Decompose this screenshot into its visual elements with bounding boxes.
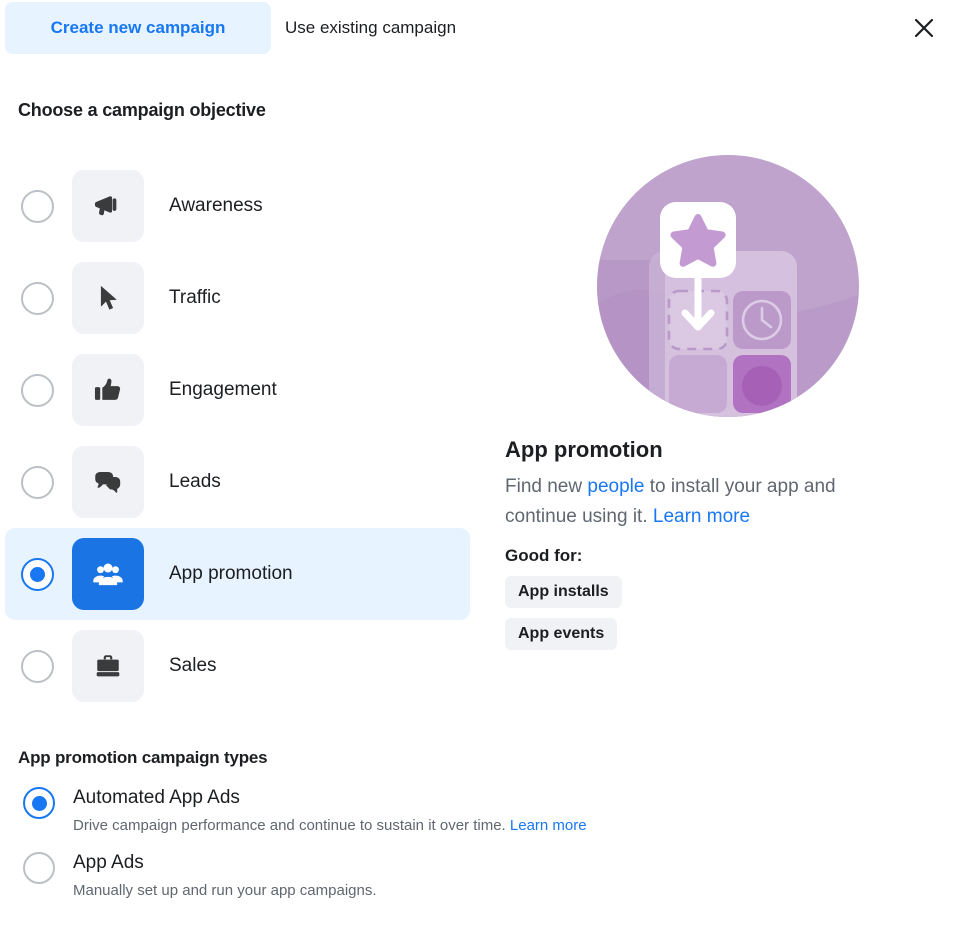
radio-app-ads[interactable]: [23, 852, 55, 884]
tab-use-existing-campaign-label: Use existing campaign: [285, 18, 457, 37]
detail-title: App promotion: [505, 437, 663, 462]
objective-icon-tile-sales: [72, 630, 144, 702]
objective-icon-tile-awareness: [72, 170, 144, 242]
app-promotion-illustration: [597, 155, 859, 417]
objective-icon-tile-engagement: [72, 354, 144, 426]
tab-create-new-campaign-label: Create new campaign: [50, 18, 226, 37]
badge-app-events: App events: [505, 618, 618, 650]
tab-create-new-campaign[interactable]: Create new campaign: [5, 2, 271, 54]
good-for-badges: App installs App events: [505, 576, 945, 660]
badge-app-installs: App installs: [505, 576, 622, 608]
radio-app-promotion[interactable]: [21, 557, 54, 591]
learn-more-link[interactable]: Learn more: [653, 506, 750, 527]
megaphone-icon: [94, 196, 117, 216]
good-for-label: Good for:: [505, 546, 583, 565]
page-title: Choose a campaign objective: [18, 100, 266, 120]
cursor-icon: [100, 285, 117, 310]
objective-detail-panel: App promotion Find new people to install…: [505, 155, 945, 660]
people-link[interactable]: people: [587, 476, 644, 497]
campaign-type-desc-app-ads: Manually set up and run your app campaig…: [73, 882, 377, 899]
objective-icon-tile-traffic: [72, 262, 144, 334]
campaign-types-list: Automated App Ads Drive campaign perform…: [0, 785, 800, 915]
campaign-type-name-automated-app-ads: Automated App Ads: [73, 787, 240, 808]
objective-label-engagement: Engagement: [169, 379, 277, 400]
tab-use-existing-campaign[interactable]: Use existing campaign: [285, 2, 545, 54]
objective-row-traffic[interactable]: Traffic: [0, 252, 475, 344]
objective-label-sales: Sales: [169, 655, 217, 676]
radio-automated-app-ads[interactable]: [23, 787, 55, 819]
objective-list: Awareness Traffic Engagement Leads App p…: [0, 160, 475, 712]
objective-label-traffic: Traffic: [169, 287, 221, 308]
people-group-icon: [93, 563, 123, 586]
thumbs-up-icon: [94, 378, 121, 400]
radio-leads[interactable]: [21, 465, 54, 499]
detail-description: Find new people to install your app and …: [505, 472, 910, 532]
objective-icon-tile-leads: [72, 446, 144, 518]
campaign-type-row-automated-app-ads[interactable]: Automated App Ads Drive campaign perform…: [0, 785, 800, 836]
campaign-type-desc-automated-app-ads: Drive campaign performance and continue …: [73, 815, 587, 836]
close-icon: [914, 18, 934, 38]
objective-row-app-promotion[interactable]: App promotion: [5, 528, 470, 620]
campaign-objective-dialog: Create new campaign Use existing campaig…: [0, 0, 960, 946]
objective-label-awareness: Awareness: [169, 195, 263, 216]
speech-bubbles-icon: [95, 471, 121, 493]
tabstrip: Create new campaign Use existing campaig…: [0, 0, 960, 56]
campaign-type-name-app-ads: App Ads: [73, 852, 144, 873]
objective-row-awareness[interactable]: Awareness: [0, 160, 475, 252]
objective-row-leads[interactable]: Leads: [0, 436, 475, 528]
radio-sales[interactable]: [21, 649, 54, 683]
detail-desc-part1: Find new: [505, 476, 588, 497]
briefcase-icon: [96, 655, 120, 677]
campaign-type-row-app-ads[interactable]: App Ads Manually set up and run your app…: [0, 850, 800, 901]
campaign-type-learn-more-link[interactable]: Learn more: [510, 817, 587, 834]
radio-traffic[interactable]: [21, 281, 54, 315]
objective-label-leads: Leads: [169, 471, 221, 492]
close-button[interactable]: [906, 10, 942, 46]
objective-row-engagement[interactable]: Engagement: [0, 344, 475, 436]
objective-label-app-promotion: App promotion: [169, 563, 293, 584]
objective-icon-tile-app-promotion: [72, 538, 144, 610]
radio-engagement[interactable]: [21, 373, 54, 407]
campaign-types-title: App promotion campaign types: [18, 748, 268, 767]
campaign-type-desc-text-0: Drive campaign performance and continue …: [73, 817, 510, 834]
radio-awareness[interactable]: [21, 189, 54, 223]
objective-row-sales[interactable]: Sales: [0, 620, 475, 712]
app-promotion-illustration-svg: [597, 155, 859, 417]
